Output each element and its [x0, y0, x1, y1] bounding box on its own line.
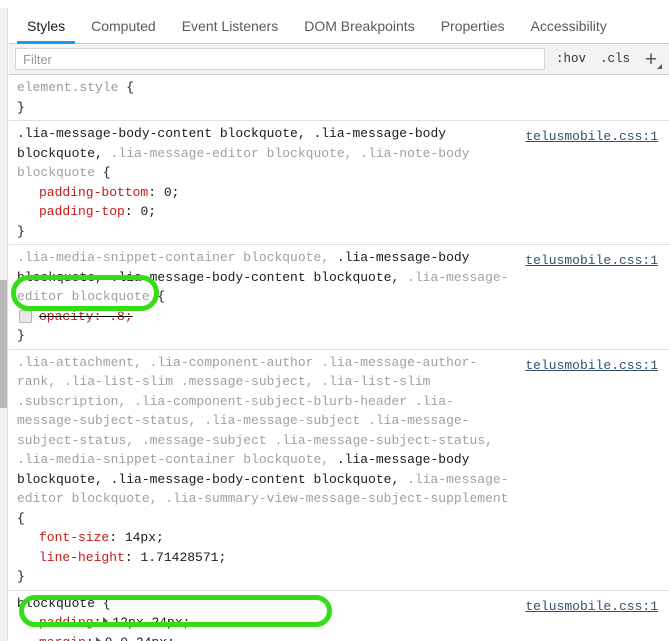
property-value[interactable]: .8 [109, 309, 125, 324]
property-value[interactable]: 12px 24px [112, 615, 182, 630]
selector-text: element.style [17, 80, 119, 95]
property-name[interactable]: padding-top [39, 204, 125, 219]
semicolon: ; [182, 615, 191, 630]
open-brace: { [118, 80, 135, 95]
semicolon: ; [156, 530, 164, 545]
stylesheet-origin-link[interactable]: telusmobile.css:1 [525, 356, 658, 376]
tab-label: Computed [91, 17, 156, 34]
css-rule-2[interactable]: .lia-media-snippet-container blockquote,… [9, 245, 669, 350]
open-brace: { [95, 165, 111, 180]
tab-label: DOM Breakpoints [304, 17, 415, 34]
colon: : [124, 204, 141, 219]
stylesheet-origin-link[interactable]: telusmobile.css:1 [525, 597, 658, 617]
tab-label: Properties [440, 17, 505, 34]
declaration-line-height[interactable]: line-height: 1.71428571; [17, 548, 663, 568]
declaration-opacity[interactable]: opacity: .8; [17, 307, 663, 327]
expand-shorthand-icon[interactable] [103, 617, 109, 625]
close-brace: } [17, 328, 25, 343]
property-name[interactable]: font-size [39, 530, 109, 545]
property-value[interactable]: 1.71428571 [140, 550, 218, 565]
close-brace: } [17, 223, 25, 239]
tab-styles[interactable]: Styles [14, 8, 78, 44]
expand-shorthand-icon[interactable] [95, 636, 101, 641]
declaration-font-size[interactable]: font-size: 14px; [17, 528, 663, 548]
selector-unmatched: .lia-media-snippet-container blockquote, [17, 250, 330, 265]
styles-toolbar: :hov .cls + [9, 44, 669, 75]
css-rule-blockquote[interactable]: blockquote {telusmobile.css:1 padding: 12… [9, 591, 669, 641]
property-name[interactable]: padding [39, 615, 94, 630]
declaration-checkbox[interactable] [19, 309, 32, 323]
semicolon: ; [148, 204, 157, 219]
colon: : [86, 635, 94, 641]
property-name[interactable]: opacity [39, 309, 94, 324]
colon: : [93, 308, 110, 324]
selector-line[interactable]: .lia-attachment, .lia-component-author .… [17, 353, 663, 529]
property-name[interactable]: padding-bottom [39, 185, 148, 200]
property-name[interactable]: margin [39, 635, 86, 641]
tab-label: Accessibility [530, 17, 607, 34]
declaration-padding-top[interactable]: padding-top: 0; [17, 202, 663, 222]
open-brace: { [149, 289, 166, 304]
tab-event-listeners[interactable]: Event Listeners [169, 8, 292, 43]
declaration-padding-bottom[interactable]: padding-bottom: 0; [17, 183, 663, 203]
new-style-rule-button[interactable]: + [639, 47, 663, 71]
vertical-scrollbar[interactable] [0, 8, 8, 641]
colon: : [93, 615, 102, 630]
colon: : [124, 549, 141, 565]
colon: : [148, 184, 164, 200]
semicolon: ; [218, 549, 227, 565]
semicolon: ; [171, 184, 180, 200]
tab-label: Styles [27, 17, 66, 34]
property-value[interactable]: 14px [125, 530, 156, 545]
css-rule-1[interactable]: .lia-message-body-content blockquote, .l… [9, 121, 669, 245]
selector-line[interactable]: .lia-message-body-content blockquote, .l… [17, 124, 663, 183]
css-rules-list[interactable]: element.style { } .lia-message-body-cont… [9, 75, 669, 641]
filter-input[interactable] [15, 48, 545, 70]
devtools-styles-panel: Styles Computed Event Listeners DOM Brea… [0, 0, 669, 641]
tab-properties[interactable]: Properties [428, 8, 518, 43]
property-value[interactable]: 0 0 24px [105, 635, 167, 641]
scrollbar-thumb[interactable] [0, 280, 7, 408]
hov-toggle-button[interactable]: :hov [549, 50, 593, 68]
selector-matched: blockquote [17, 595, 96, 611]
semicolon: ; [124, 308, 133, 324]
property-name[interactable]: line-height [39, 550, 125, 565]
panel-tabbar: Styles Computed Event Listeners DOM Brea… [9, 8, 669, 44]
css-rule-3[interactable]: .lia-attachment, .lia-component-author .… [9, 350, 669, 591]
css-rule-element-style[interactable]: element.style { } [9, 75, 669, 121]
close-brace: } [17, 99, 25, 115]
stylesheet-origin-link[interactable]: telusmobile.css:1 [525, 127, 658, 147]
tab-dom-breakpoints[interactable]: DOM Breakpoints [291, 8, 427, 43]
dropdown-corner-icon [657, 64, 662, 69]
open-brace: { [95, 595, 111, 611]
selector-line[interactable]: element.style { [17, 78, 663, 98]
stylesheet-origin-link[interactable]: telusmobile.css:1 [525, 251, 658, 271]
property-value[interactable]: 0 [164, 185, 172, 200]
tab-label: Event Listeners [181, 17, 279, 34]
semicolon: ; [167, 635, 175, 641]
close-brace: } [17, 569, 25, 584]
selector-line[interactable]: blockquote { telusmobile.css:1 [17, 594, 663, 614]
tab-accessibility[interactable]: Accessibility [518, 8, 620, 43]
selector-line[interactable]: .lia-media-snippet-container blockquote,… [17, 248, 663, 307]
open-brace: { [17, 510, 25, 526]
tab-computed[interactable]: Computed [78, 8, 169, 43]
plus-icon: + [644, 47, 658, 71]
declaration-margin[interactable]: margin: 0 0 24px; [17, 633, 663, 641]
cls-toggle-button[interactable]: .cls [593, 50, 637, 68]
colon: : [109, 530, 125, 545]
